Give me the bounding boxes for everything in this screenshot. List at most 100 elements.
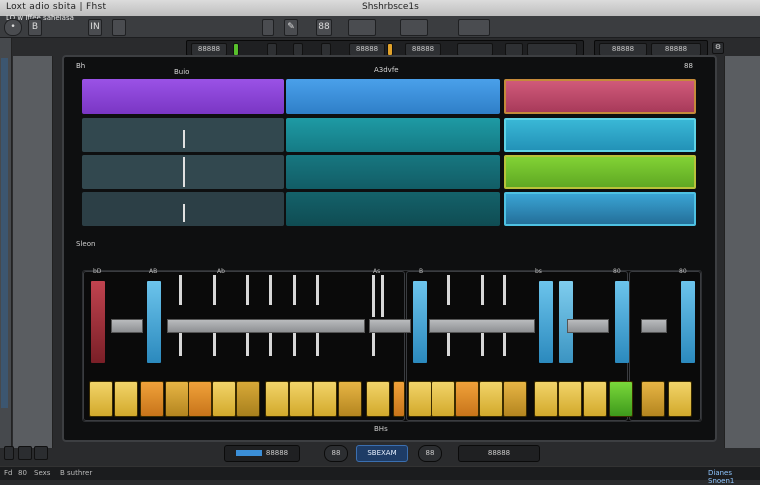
pad-20[interactable] (558, 381, 582, 417)
channel-8-fader[interactable] (316, 275, 319, 305)
clip-track2-b[interactable] (286, 118, 500, 152)
record-button[interactable]: • (4, 19, 22, 36)
bottom-round-button-b[interactable]: 88 (418, 445, 442, 462)
pad-23[interactable] (641, 381, 665, 417)
tool-button-round[interactable] (112, 19, 126, 36)
pad-10[interactable] (313, 381, 337, 417)
pencil-tool-button[interactable]: ✎ (284, 19, 298, 36)
window-title: Shshrbsce1s (362, 2, 419, 12)
status-mode: Sexs (34, 469, 51, 477)
tools-icon[interactable] (18, 446, 32, 460)
channel-7-fader[interactable] (293, 275, 296, 305)
mixer-label-8: 80 (679, 268, 687, 275)
clip-track4-c[interactable] (504, 192, 696, 226)
pad-21[interactable] (583, 381, 607, 417)
grid-tool-button[interactable]: 88 (316, 19, 332, 36)
bus-bar-2[interactable] (167, 319, 365, 333)
pad-3[interactable] (140, 381, 164, 417)
arrange-header-right: 88 (684, 62, 693, 70)
pad-8[interactable] (265, 381, 289, 417)
pad-16[interactable] (455, 381, 479, 417)
clip-track4-a[interactable] (82, 192, 284, 226)
clip-track3-b[interactable] (286, 155, 500, 189)
clip-track3-c[interactable] (504, 155, 696, 189)
pad-4[interactable] (165, 381, 189, 417)
pad-1[interactable] (89, 381, 113, 417)
channel-11-meter (413, 281, 427, 363)
channel-10-fader[interactable] (381, 275, 384, 317)
status-info: B suthrer (60, 469, 93, 477)
mixer-label-2: AB (149, 268, 158, 275)
pad-22[interactable] (609, 381, 633, 417)
mixer-section-label: Sleon (76, 240, 96, 248)
channel-4-fader[interactable] (213, 275, 216, 305)
pad-5[interactable] (188, 381, 212, 417)
bottom-field-left[interactable]: 88888 (224, 445, 300, 462)
mixer-label-4: As (373, 268, 381, 275)
channel-3-fader[interactable] (179, 275, 182, 305)
bus-bar-4[interactable] (429, 319, 535, 333)
mixer-label-7: 80 (613, 268, 621, 275)
doc-icon[interactable] (262, 19, 274, 36)
channel-1-meter (91, 281, 105, 363)
pad-2[interactable] (114, 381, 138, 417)
channel-12-fader[interactable] (447, 275, 450, 305)
channel-5-fader[interactable] (246, 275, 249, 305)
left-side-panel (0, 38, 12, 448)
settings-icon[interactable]: ⚙ (712, 42, 724, 54)
left-scroll-strip[interactable] (1, 58, 8, 408)
pad-18[interactable] (503, 381, 527, 417)
pad-11[interactable] (338, 381, 362, 417)
channel-2-meter (147, 281, 161, 363)
clip-track3-a[interactable] (82, 155, 284, 189)
title-bar: Loxt adio sbita | Fhst Shshrbsce1s (0, 0, 760, 16)
transport-right-bar: 88888 88888 (594, 40, 708, 56)
bus-bar-6[interactable] (641, 319, 667, 333)
bus-bar-1[interactable] (111, 319, 143, 333)
tool-button-b[interactable]: B (28, 19, 42, 36)
channel-15-meter (539, 281, 553, 363)
channel-14-fader[interactable] (503, 275, 506, 305)
clip-track2-a[interactable] (82, 118, 284, 152)
bottom-main-button[interactable]: SBEXAM (356, 445, 408, 462)
channel-6-fader[interactable] (269, 275, 272, 305)
panel-toggle-icon[interactable] (4, 446, 14, 460)
arrange-header-mid: Buio (174, 68, 190, 76)
inspector-panel (13, 56, 53, 448)
clip-track1-a[interactable] (82, 79, 284, 114)
toolbar-field-b[interactable] (400, 19, 428, 36)
bottom-field-right[interactable]: 88888 (458, 445, 540, 462)
arrange-header-center: A3dvfe (374, 66, 399, 74)
clip-track4-b[interactable] (286, 192, 500, 226)
bus-bar-3[interactable] (369, 319, 411, 333)
channel-13-fader[interactable] (481, 275, 484, 305)
status-right: Dianes Snoen1 (708, 469, 735, 485)
pad-24[interactable] (668, 381, 692, 417)
tool-button-in[interactable]: IN (88, 19, 102, 36)
transport-bar: 88888 88888 88888 (186, 40, 584, 56)
pad-15[interactable] (431, 381, 455, 417)
toolbar-field-c[interactable] (458, 19, 490, 36)
toolbar-field-a[interactable] (348, 19, 376, 36)
pad-13[interactable] (393, 381, 405, 417)
pad-9[interactable] (289, 381, 313, 417)
main-toolbar: LO w Iffee saheiasa • B IN ✎ 88 (0, 14, 760, 38)
pad-14[interactable] (408, 381, 432, 417)
clip-track1-c[interactable] (504, 79, 696, 114)
view-icon[interactable] (34, 446, 48, 460)
pad-12[interactable] (366, 381, 390, 417)
mixer-label-1: bD (93, 268, 102, 275)
clip-track2-c[interactable] (504, 118, 696, 152)
pad-19[interactable] (534, 381, 558, 417)
pad-7[interactable] (236, 381, 260, 417)
channel-9-fader[interactable] (372, 275, 375, 317)
clip-track1-b[interactable] (286, 79, 500, 114)
bottom-round-button-a[interactable]: 88 (324, 445, 348, 462)
mixer-label-3: Ab (217, 268, 225, 275)
pad-6[interactable] (212, 381, 236, 417)
arrange-header-left: Bh (76, 62, 86, 70)
pad-17[interactable] (479, 381, 503, 417)
bus-bar-5[interactable] (567, 319, 609, 333)
status-bar: Fd 80 Sexs B suthrer Dianes Snoen1 (0, 466, 760, 485)
channel-17-meter (615, 281, 629, 363)
